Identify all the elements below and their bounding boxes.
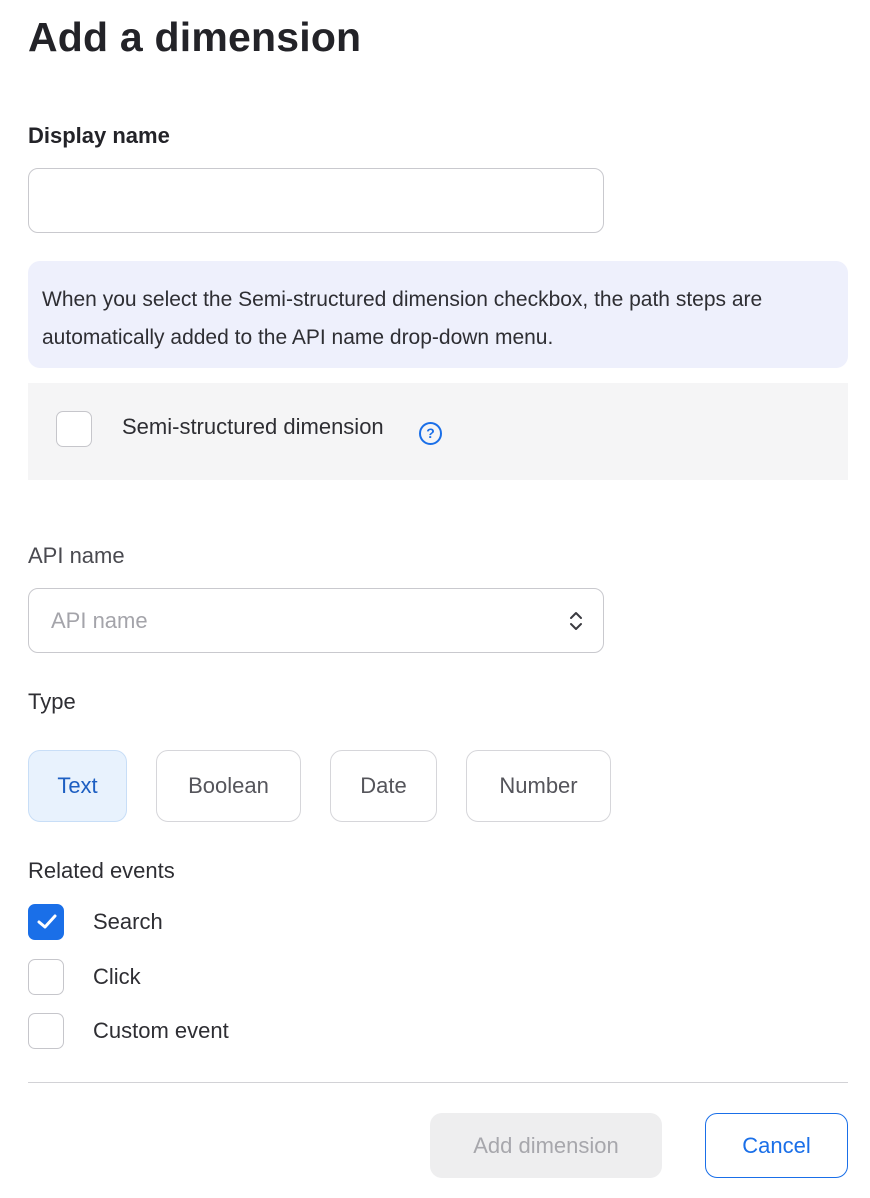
event-label-click: Click bbox=[93, 964, 141, 989]
info-message: When you select the Semi-structured dime… bbox=[28, 261, 848, 368]
event-checkbox-custom-event[interactable] bbox=[28, 1013, 64, 1049]
api-name-placeholder: API name bbox=[51, 608, 148, 633]
question-circle-icon[interactable]: ? bbox=[419, 422, 442, 445]
type-option-number[interactable]: Number bbox=[466, 750, 611, 822]
chevron-up-down-icon bbox=[570, 612, 582, 630]
api-name-select[interactable]: API name bbox=[28, 588, 604, 653]
event-checkbox-search[interactable] bbox=[28, 904, 64, 940]
type-label: Type bbox=[28, 689, 76, 714]
event-checkbox-click[interactable] bbox=[28, 959, 64, 995]
cancel-button[interactable]: Cancel bbox=[705, 1113, 848, 1178]
semi-structured-label: Semi-structured dimension bbox=[122, 414, 384, 439]
display-name-input[interactable] bbox=[28, 168, 604, 233]
type-option-boolean[interactable]: Boolean bbox=[156, 750, 301, 822]
event-label-custom-event: Custom event bbox=[93, 1018, 229, 1043]
event-label-search: Search bbox=[93, 909, 163, 934]
api-name-label: API name bbox=[28, 543, 125, 568]
dialog-title: Add a dimension bbox=[28, 14, 362, 60]
semi-structured-panel: Semi-structured dimension ? bbox=[28, 383, 848, 480]
footer-divider bbox=[28, 1082, 848, 1083]
type-option-date[interactable]: Date bbox=[330, 750, 437, 822]
display-name-label: Display name bbox=[28, 123, 170, 148]
semi-structured-checkbox[interactable] bbox=[56, 411, 92, 447]
type-option-text[interactable]: Text bbox=[28, 750, 127, 822]
add-dimension-button[interactable]: Add dimension bbox=[430, 1113, 662, 1178]
related-events-label: Related events bbox=[28, 858, 175, 883]
checkmark-icon bbox=[37, 914, 57, 929]
